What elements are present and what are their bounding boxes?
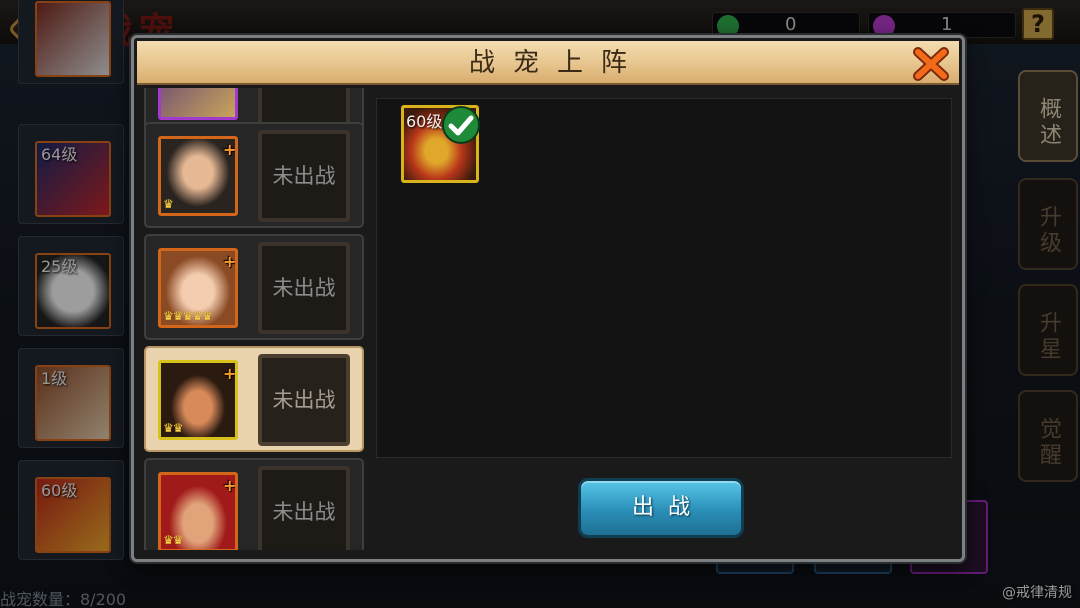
hero-portrait: +4 ♛♛♛♛♛ (158, 248, 238, 328)
close-x-icon (913, 47, 949, 81)
hero-portrait: +1 ♛♛ (158, 360, 238, 440)
hero-plus-level: +4 (223, 476, 237, 495)
list-item[interactable]: +4 ♛ 未出战 (144, 122, 364, 228)
hero-portrait: +4 ♛ (158, 136, 238, 216)
deploy-button[interactable]: 出战 (578, 478, 744, 538)
hero-star-icons: ♛♛♛♛♛ (163, 309, 213, 323)
list-item[interactable]: +4 ♛♛♛♛♛ 未出战 (144, 234, 364, 340)
checkmark-icon (442, 106, 480, 144)
status-label: 未出战 (258, 466, 350, 550)
hero-plus-level: +4 (223, 140, 237, 159)
hero-portrait: +4 ♛♛ (158, 472, 238, 550)
status-box (258, 88, 350, 126)
list-item-selected[interactable]: +1 ♛♛ 未出战 (144, 346, 364, 452)
status-label: 未出战 (258, 354, 350, 446)
hero-star-icons: ♛♛ (163, 421, 183, 435)
dialog-title: 战宠上阵 (468, 48, 645, 78)
deploy-pet-dialog: 战宠上阵 +4 ♛ 未出战 +4 ♛♛♛♛♛ (131, 35, 965, 562)
status-label: 未出战 (258, 242, 350, 334)
close-button[interactable] (911, 44, 951, 84)
hero-plus-level: +1 (223, 364, 237, 383)
pet-level: 60级 (406, 112, 443, 131)
status-label: 未出战 (258, 130, 350, 222)
hero-plus-level: +4 (223, 252, 237, 271)
hero-star-icons: ♛♛ (163, 533, 183, 547)
list-item[interactable]: +4 ♛♛ 未出战 (144, 458, 364, 550)
pet-selection-panel: 60级 (376, 98, 952, 458)
dialog-header: 战宠上阵 (137, 41, 959, 85)
hero-star-icons: ♛ (163, 197, 174, 211)
hero-list[interactable]: +4 ♛ 未出战 +4 ♛♛♛♛♛ 未出战 +1 ♛♛ 未出战 (144, 88, 364, 550)
hero-portrait (158, 88, 238, 120)
